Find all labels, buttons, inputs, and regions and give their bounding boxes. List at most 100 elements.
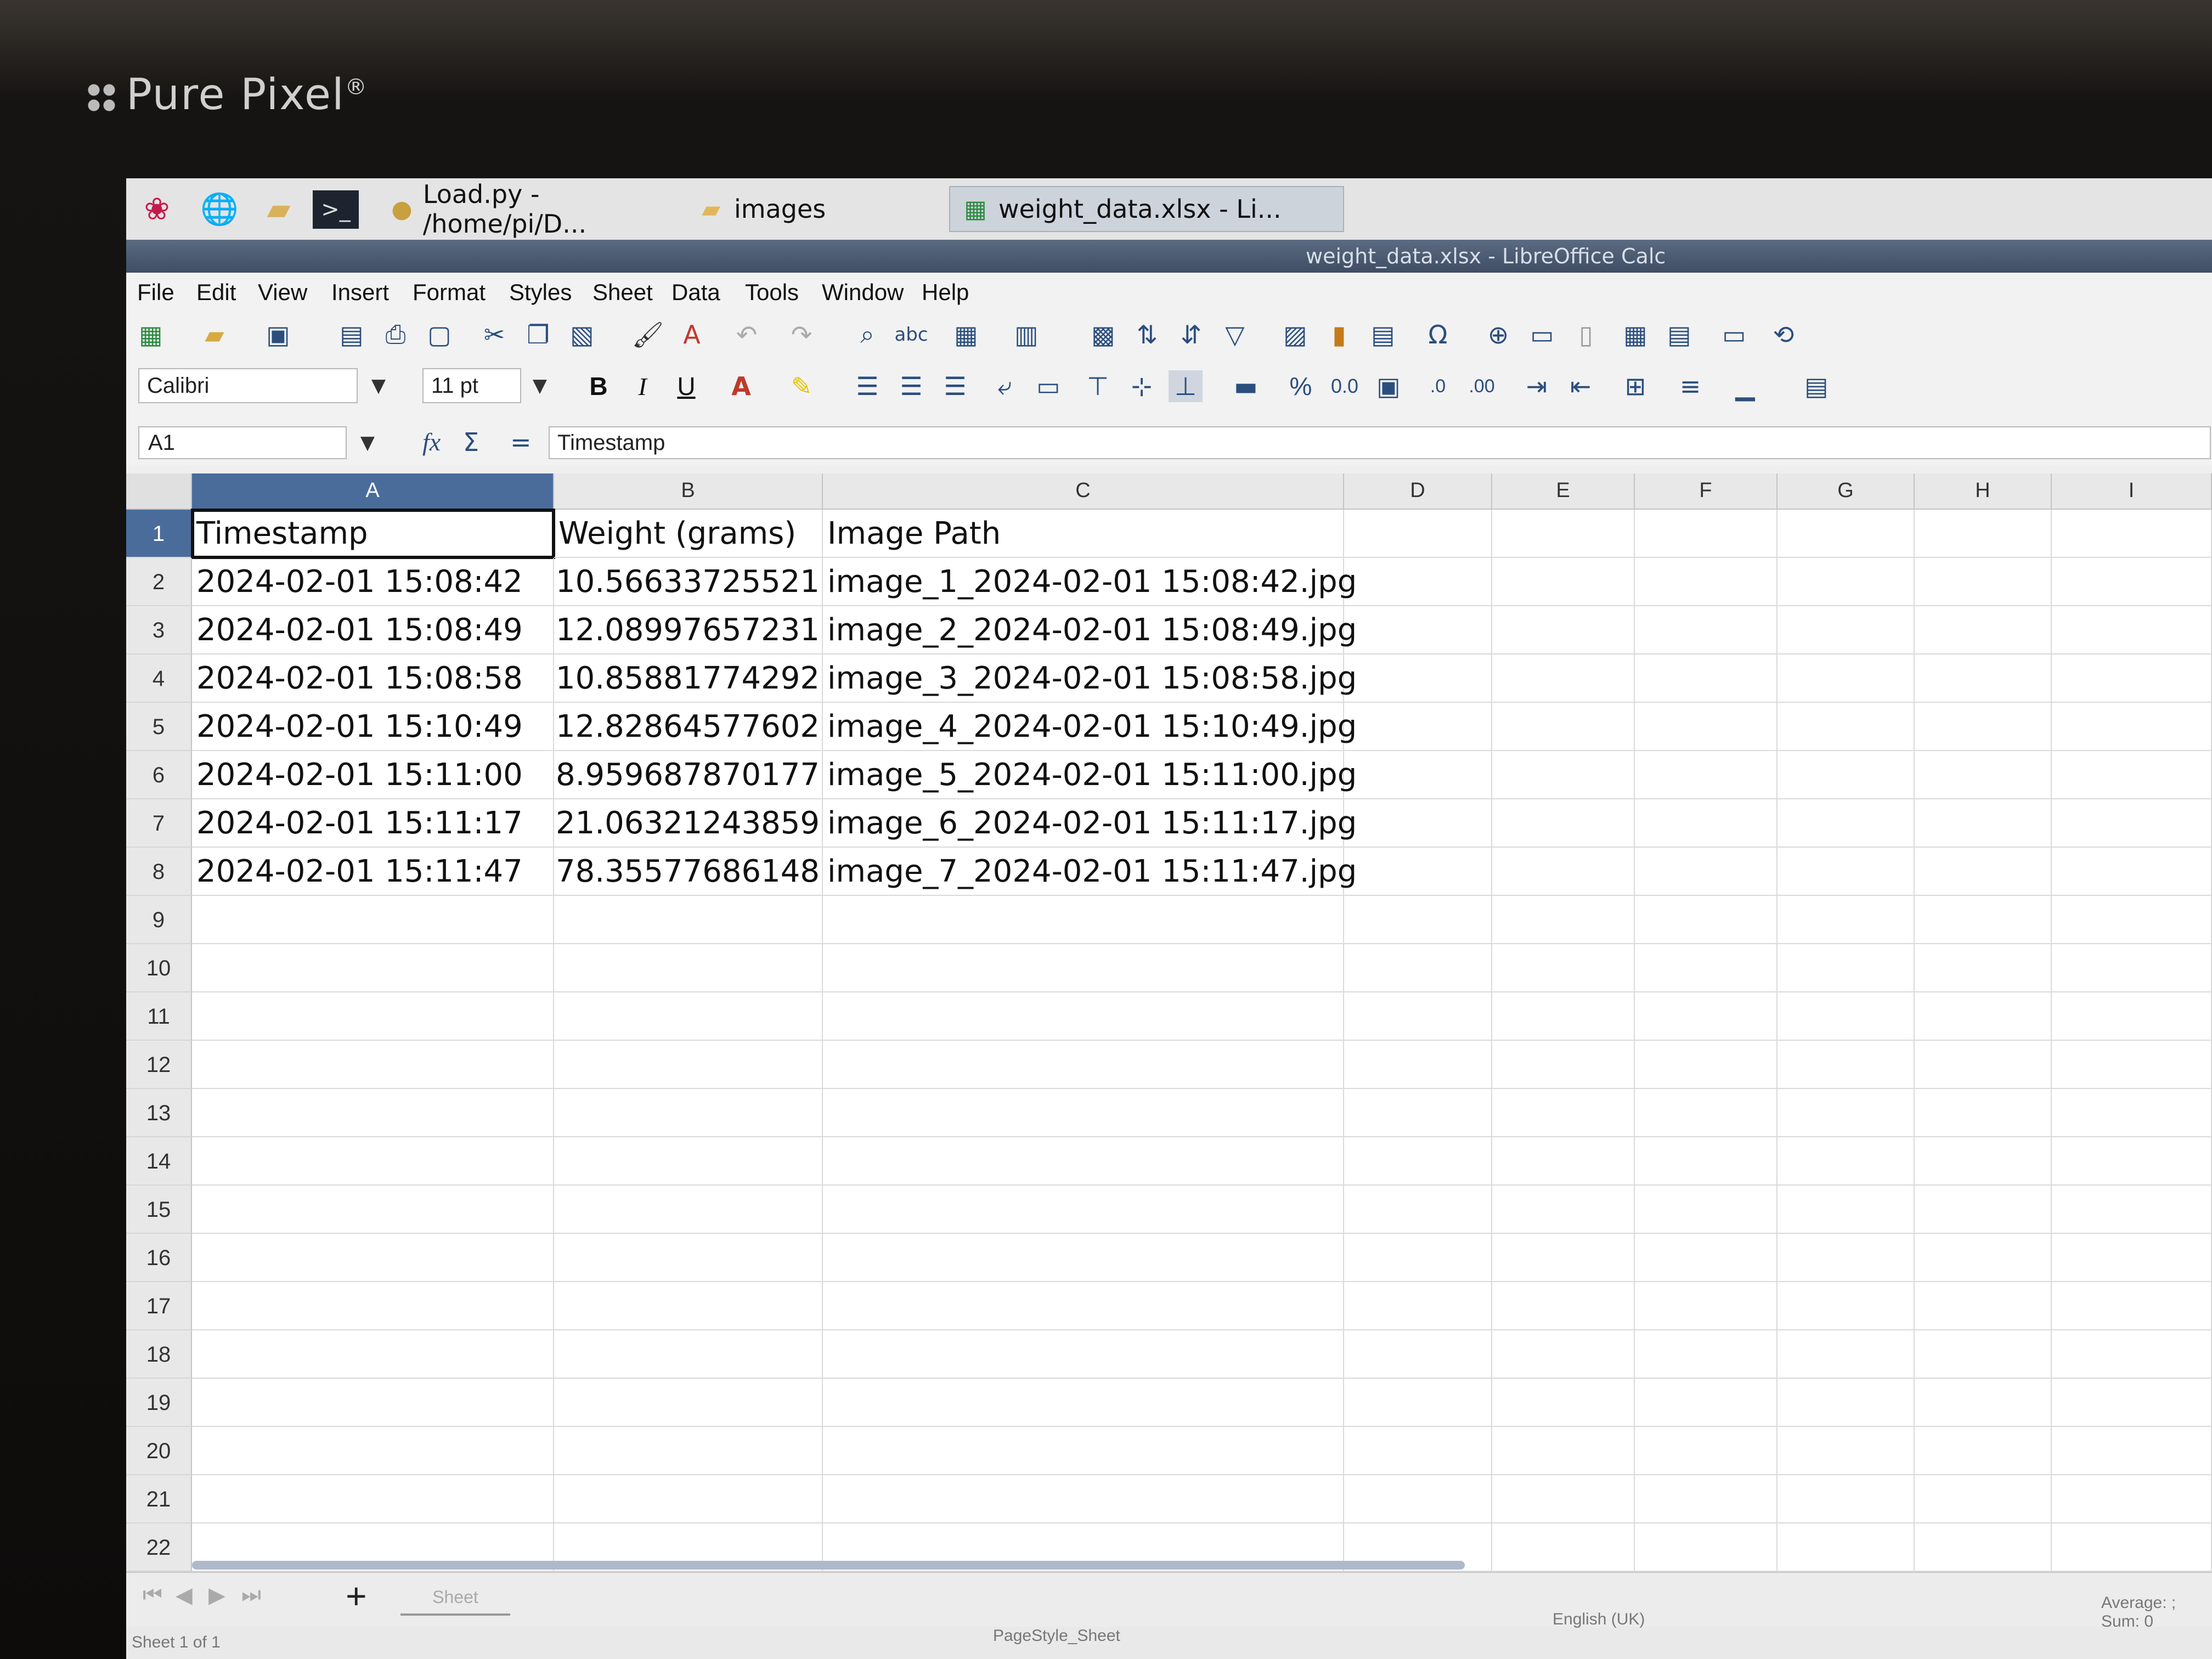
column-header-g[interactable]: G <box>1778 473 1915 510</box>
image-path-cell[interactable]: image_6_2024-02-01 15:11:17.jpg <box>823 799 1357 848</box>
sheet-nav-first-icon[interactable]: ⏮ <box>143 1583 162 1607</box>
weight-cell[interactable]: 12.82864577602 <box>554 703 823 751</box>
borders-icon[interactable]: ⊞ <box>1618 370 1652 402</box>
empty-cell[interactable] <box>1635 992 1778 1041</box>
empty-cell[interactable] <box>1635 751 1778 799</box>
empty-cell[interactable] <box>554 1330 823 1379</box>
empty-cell[interactable] <box>1635 848 1778 896</box>
menu-help[interactable]: Help <box>922 279 969 306</box>
empty-cell[interactable] <box>1492 703 1635 751</box>
add-decimal-button[interactable]: .0 <box>1421 370 1455 402</box>
empty-cell[interactable] <box>823 1041 1344 1089</box>
empty-cell[interactable] <box>192 1282 554 1330</box>
empty-cell[interactable] <box>823 1282 1344 1330</box>
empty-cell[interactable] <box>1915 799 2052 848</box>
row-header[interactable]: 19 <box>126 1379 192 1427</box>
header-cell[interactable]: Timestamp <box>191 509 555 559</box>
empty-cell[interactable] <box>1492 1234 1635 1282</box>
image-path-cell[interactable]: image_3_2024-02-01 15:08:58.jpg <box>823 654 1357 703</box>
empty-cell[interactable] <box>1492 751 1635 799</box>
empty-cell[interactable] <box>554 1089 823 1137</box>
font-name-box[interactable]: Calibri <box>138 368 358 403</box>
empty-cell[interactable] <box>1635 1475 1778 1523</box>
empty-cell[interactable] <box>1344 1089 1492 1137</box>
row-header[interactable]: 11 <box>126 992 192 1041</box>
empty-cell[interactable] <box>554 992 823 1041</box>
empty-cell[interactable] <box>1635 1379 1778 1427</box>
delete-decimal-button[interactable]: .00 <box>1465 370 1499 402</box>
column-header-a[interactable]: A <box>192 473 554 510</box>
menu-data[interactable]: Data <box>672 279 720 306</box>
clear-formatting-icon[interactable]: A <box>675 319 709 351</box>
empty-cell[interactable] <box>1492 1282 1635 1330</box>
empty-cell[interactable] <box>2052 751 2212 799</box>
name-box[interactable]: A1 <box>138 426 347 459</box>
weight-cell[interactable]: 10.85881774292 <box>554 654 823 703</box>
empty-cell[interactable] <box>2052 1427 2212 1475</box>
column-header-i[interactable]: I <box>2052 473 2212 510</box>
sheet-nav-next-icon[interactable]: ▶ <box>208 1583 225 1608</box>
empty-cell[interactable] <box>823 944 1344 992</box>
print-icon[interactable]: ⎙ <box>379 319 413 351</box>
sort-ascending-icon[interactable]: ⇅ <box>1130 319 1164 351</box>
empty-cell[interactable] <box>1778 799 1915 848</box>
row-header[interactable]: 17 <box>126 1282 192 1330</box>
row-header[interactable]: 8 <box>126 848 192 896</box>
empty-cell[interactable] <box>554 1427 823 1475</box>
row-header[interactable]: 13 <box>126 1089 192 1137</box>
empty-cell[interactable] <box>1778 751 1915 799</box>
align-right-icon[interactable]: ☰ <box>938 370 972 402</box>
empty-cell[interactable] <box>2052 1234 2212 1282</box>
empty-cell[interactable] <box>1635 1137 1778 1186</box>
column-header-h[interactable]: H <box>1915 473 2052 510</box>
empty-cell[interactable] <box>1492 1137 1635 1186</box>
terminal-icon[interactable]: >_ <box>313 190 359 229</box>
number-format-button[interactable]: 0.0 <box>1328 370 1362 402</box>
empty-cell[interactable] <box>192 1186 554 1234</box>
sheet-tab[interactable]: Sheet <box>400 1581 510 1616</box>
menu-window[interactable]: Window <box>822 279 904 306</box>
empty-cell[interactable] <box>1635 1041 1778 1089</box>
empty-cell[interactable] <box>1915 1379 2052 1427</box>
decrease-indent-icon[interactable]: ⇤ <box>1564 370 1598 402</box>
empty-cell[interactable] <box>2052 1475 2212 1523</box>
timestamp-cell[interactable]: 2024-02-01 15:08:42 <box>192 558 554 606</box>
window-titlebar[interactable]: weight_data.xlsx - LibreOffice Calc <box>126 240 2212 273</box>
empty-cell[interactable] <box>1344 944 1492 992</box>
row-header[interactable]: 1 <box>126 510 192 558</box>
sum-icon[interactable]: Σ <box>463 427 479 457</box>
timestamp-cell[interactable]: 2024-02-01 15:08:49 <box>192 606 554 654</box>
image-path-cell[interactable]: image_4_2024-02-01 15:10:49.jpg <box>823 703 1357 751</box>
hyperlink-icon[interactable]: ⊕ <box>1481 319 1515 351</box>
select-all-corner[interactable] <box>126 473 192 510</box>
empty-cell[interactable] <box>1778 1282 1915 1330</box>
empty-cell[interactable] <box>1915 1089 2052 1137</box>
row-header[interactable]: 14 <box>126 1137 192 1186</box>
empty-cell[interactable] <box>1344 848 1492 896</box>
empty-cell[interactable] <box>192 1379 554 1427</box>
empty-cell[interactable] <box>2052 1379 2212 1427</box>
taskbar-task-images[interactable]: ▰ images <box>686 186 905 232</box>
empty-cell[interactable] <box>1635 558 1778 606</box>
menu-sheet[interactable]: Sheet <box>592 279 653 306</box>
row-header[interactable]: 15 <box>126 1186 192 1234</box>
empty-cell[interactable] <box>1492 848 1635 896</box>
export-pdf-icon[interactable]: ▤ <box>335 319 369 351</box>
empty-cell[interactable] <box>823 1475 1344 1523</box>
column-header-f[interactable]: F <box>1635 473 1778 510</box>
empty-cell[interactable] <box>1635 510 1778 558</box>
taskbar-task-weight-data[interactable]: ▦ weight_data.xlsx - Li... <box>949 186 1344 232</box>
empty-cell[interactable] <box>1492 1330 1635 1379</box>
empty-cell[interactable] <box>1344 1427 1492 1475</box>
empty-cell[interactable] <box>1492 1427 1635 1475</box>
column-header-e[interactable]: E <box>1492 473 1635 510</box>
empty-cell[interactable] <box>1492 1379 1635 1427</box>
empty-cell[interactable] <box>1915 1041 2052 1089</box>
empty-cell[interactable] <box>823 1330 1344 1379</box>
empty-cell[interactable] <box>1778 606 1915 654</box>
show-draw-functions-icon[interactable]: ⟲ <box>1767 319 1801 351</box>
raspberry-menu-icon[interactable]: ❀ <box>134 187 180 231</box>
empty-cell[interactable] <box>554 944 823 992</box>
empty-cell[interactable] <box>554 1282 823 1330</box>
empty-cell[interactable] <box>554 1475 823 1523</box>
